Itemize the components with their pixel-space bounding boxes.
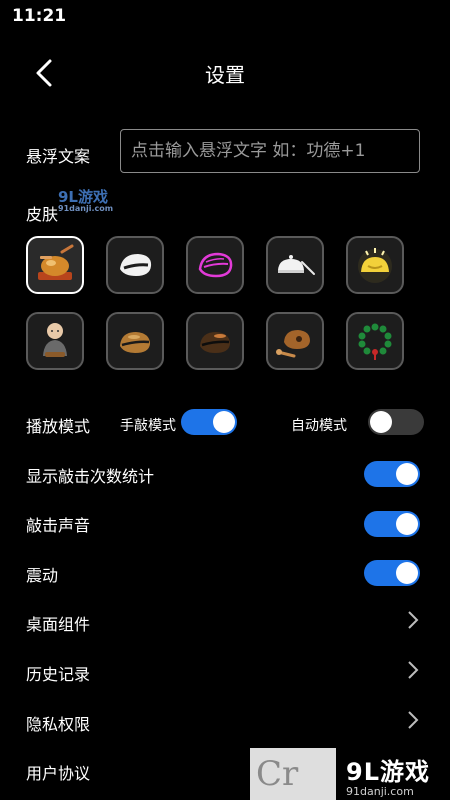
skin-option-6[interactable]	[26, 312, 84, 370]
vibration-label: 震动	[26, 566, 59, 585]
skin-option-2[interactable]	[106, 236, 164, 294]
wooden-fish-stand-icon	[38, 244, 74, 280]
float-text-label: 悬浮文案	[26, 147, 91, 166]
skin-option-10[interactable]	[346, 312, 404, 370]
float-text-input[interactable]	[120, 129, 420, 173]
watermark-brand: 9L游戏 91danji.com	[346, 758, 430, 798]
skin-option-5[interactable]	[346, 236, 404, 294]
manual-mode-toggle[interactable]	[181, 409, 237, 435]
status-time: 11:21	[12, 6, 67, 26]
skin-option-3[interactable]	[186, 236, 244, 294]
show-tap-count-label: 显示敲击次数统计	[26, 467, 155, 486]
skin-option-9[interactable]	[266, 312, 324, 370]
play-mode-label: 播放模式	[26, 417, 91, 436]
little-monk-icon	[43, 323, 67, 357]
chevron-right-icon[interactable]	[406, 660, 420, 680]
wooden-fish-mallet-icon	[276, 330, 310, 358]
chevron-right-icon[interactable]	[406, 610, 420, 630]
bronze-wooden-fish-icon	[120, 332, 150, 353]
white-wooden-fish-icon	[120, 254, 152, 276]
privacy-permission-label[interactable]: 隐私权限	[26, 711, 90, 735]
vibration-toggle[interactable]	[364, 560, 420, 586]
desktop-widget-label[interactable]: 桌面组件	[26, 611, 90, 635]
show-tap-count-toggle[interactable]	[364, 461, 420, 487]
green-prayer-beads-icon	[358, 323, 392, 360]
manual-mode-label: 手敲模式	[120, 418, 176, 434]
chevron-right-icon[interactable]	[406, 710, 420, 730]
skin-option-7[interactable]	[106, 312, 164, 370]
watermark-mid: 9L游戏 91danji.com	[58, 188, 114, 213]
dark-wooden-fish-icon	[200, 332, 230, 353]
tap-sound-toggle[interactable]	[364, 511, 420, 537]
watermark-corner: Cr	[250, 748, 336, 800]
history-label[interactable]: 历史记录	[26, 661, 90, 685]
neon-wooden-fish-icon	[198, 252, 233, 278]
user-agreement-label[interactable]: 用户协议	[26, 760, 90, 784]
page-title: 设置	[205, 63, 245, 87]
auto-mode-label: 自动模式	[291, 418, 347, 434]
skin-option-4[interactable]	[266, 236, 324, 294]
glowing-yellow-bell-icon	[358, 248, 392, 283]
skin-option-8[interactable]	[186, 312, 244, 370]
skin-label: 皮肤	[26, 205, 59, 224]
white-bowl-mallet-icon	[278, 255, 315, 275]
skin-option-1[interactable]	[26, 236, 84, 294]
auto-mode-toggle[interactable]	[368, 409, 424, 435]
tap-sound-label: 敲击声音	[26, 516, 91, 535]
